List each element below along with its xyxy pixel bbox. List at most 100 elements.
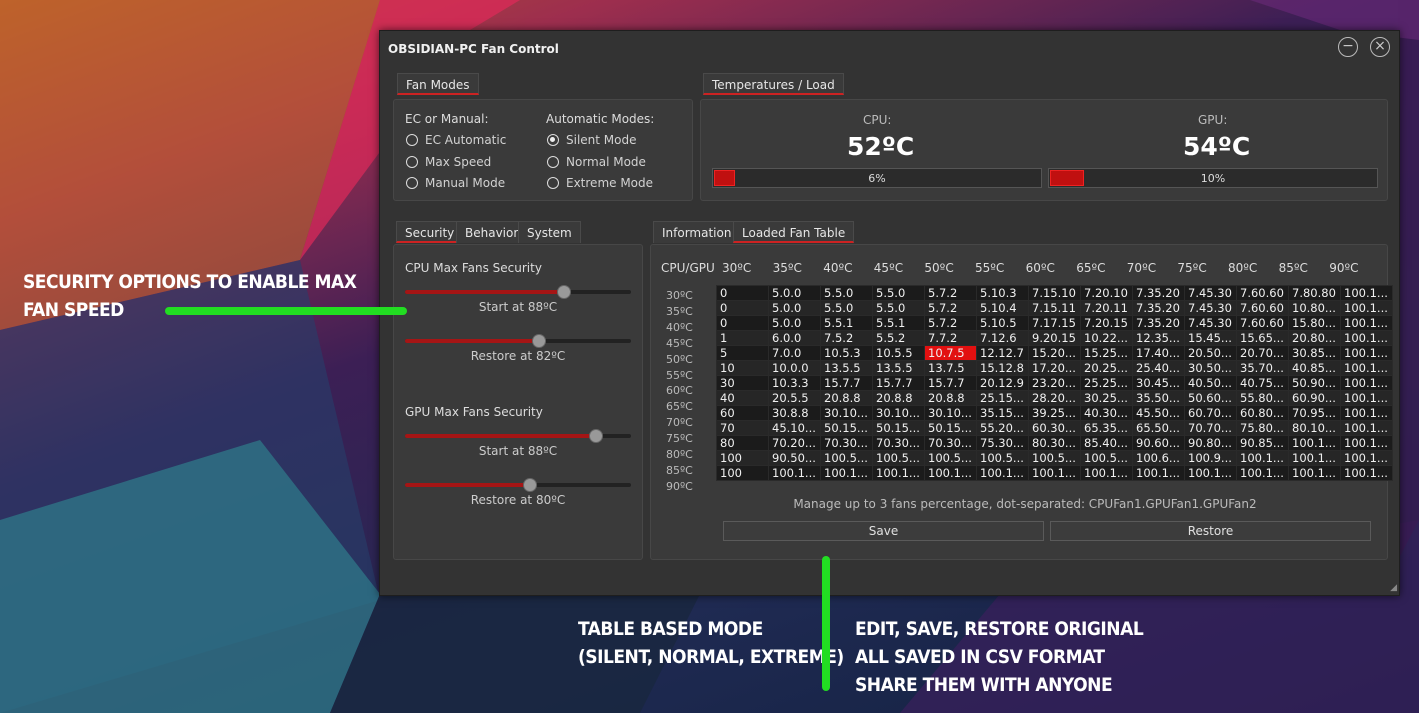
table-cell[interactable]: 20.8.8 — [924, 390, 977, 406]
table-cell[interactable]: 10.5.5 — [872, 345, 925, 361]
table-cell[interactable]: 55.80... — [1236, 390, 1289, 406]
table-cell[interactable]: 20.25... — [1080, 360, 1133, 376]
table-cell[interactable]: 90.80... — [1184, 435, 1237, 451]
table-cell[interactable]: 30.10... — [872, 405, 925, 421]
table-cell[interactable]: 35.50... — [1132, 390, 1185, 406]
table-cell[interactable]: 100.1... — [1340, 420, 1393, 436]
table-cell[interactable]: 100.1... — [1236, 465, 1289, 481]
table-cell[interactable]: 5.5.2 — [872, 330, 925, 346]
table-cell[interactable]: 15.7.7 — [820, 375, 873, 391]
table-cell[interactable]: 5.5.0 — [872, 285, 925, 301]
table-cell[interactable]: 65.35... — [1080, 420, 1133, 436]
table-cell[interactable]: 70.30... — [872, 435, 925, 451]
table-cell[interactable]: 13.5.5 — [872, 360, 925, 376]
table-cell[interactable]: 100.1... — [1288, 435, 1341, 451]
table-cell[interactable]: 100.1... — [1080, 465, 1133, 481]
table-cell[interactable]: 100.1... — [1340, 435, 1393, 451]
cpu-restore-slider[interactable] — [405, 334, 631, 348]
table-cell[interactable]: 20.80... — [1288, 330, 1341, 346]
table-cell[interactable]: 100.1... — [1340, 450, 1393, 466]
table-cell[interactable]: 100.1... — [768, 465, 821, 481]
table-cell[interactable]: 70.20... — [768, 435, 821, 451]
table-cell[interactable]: 30.85... — [1288, 345, 1341, 361]
table-cell[interactable]: 20.8.8 — [820, 390, 873, 406]
table-cell[interactable]: 39.25... — [1028, 405, 1081, 421]
table-cell[interactable]: 15.7.7 — [924, 375, 977, 391]
table-cell[interactable]: 70 — [716, 420, 769, 436]
table-cell[interactable]: 45.50... — [1132, 405, 1185, 421]
table-cell[interactable]: 90.85... — [1236, 435, 1289, 451]
table-cell[interactable]: 80.30... — [1028, 435, 1081, 451]
table-cell[interactable]: 100.1... — [1340, 390, 1393, 406]
table-cell[interactable]: 100.1... — [872, 465, 925, 481]
table-cell[interactable]: 12.12.7 — [976, 345, 1029, 361]
table-cell[interactable]: 30.25... — [1080, 390, 1133, 406]
table-cell[interactable]: 30 — [716, 375, 769, 391]
table-cell[interactable]: 100.5... — [1028, 450, 1081, 466]
table-cell[interactable]: 7.45.30 — [1184, 300, 1237, 316]
minimize-icon[interactable]: − — [1338, 37, 1358, 57]
table-cell[interactable]: 70.70... — [1184, 420, 1237, 436]
tab-fan-modes[interactable]: Fan Modes — [397, 73, 479, 95]
table-cell[interactable]: 5.10.5 — [976, 315, 1029, 331]
table-cell[interactable]: 10 — [716, 360, 769, 376]
table-cell[interactable]: 100.1... — [1340, 330, 1393, 346]
table-cell[interactable]: 50.90... — [1288, 375, 1341, 391]
table-cell[interactable]: 0 — [716, 285, 769, 301]
radio-normal-mode[interactable]: Normal Mode — [547, 155, 646, 169]
table-cell[interactable]: 100.5... — [872, 450, 925, 466]
table-cell[interactable]: 7.7.2 — [924, 330, 977, 346]
table-cell[interactable]: 80 — [716, 435, 769, 451]
table-cell[interactable]: 10.3.3 — [768, 375, 821, 391]
table-cell[interactable]: 25.25... — [1080, 375, 1133, 391]
table-cell[interactable]: 100.1... — [1340, 375, 1393, 391]
table-cell[interactable]: 20.5.5 — [768, 390, 821, 406]
radio-max-speed[interactable]: Max Speed — [406, 155, 491, 169]
table-cell[interactable]: 13.7.5 — [924, 360, 977, 376]
radio-silent-mode[interactable]: Silent Mode — [547, 133, 637, 147]
table-cell[interactable]: 30.45... — [1132, 375, 1185, 391]
table-cell[interactable]: 75.80... — [1236, 420, 1289, 436]
radio-manual-mode[interactable]: Manual Mode — [406, 176, 505, 190]
table-cell[interactable]: 15.20... — [1028, 345, 1081, 361]
table-cell[interactable]: 100.1... — [1340, 465, 1393, 481]
slider-handle-icon[interactable] — [523, 478, 538, 492]
table-cell[interactable]: 5.5.1 — [872, 315, 925, 331]
table-cell[interactable]: 100.5... — [820, 450, 873, 466]
table-cell[interactable]: 5.10.3 — [976, 285, 1029, 301]
table-cell[interactable]: 85.40... — [1080, 435, 1133, 451]
table-cell[interactable]: 100.1... — [1236, 450, 1289, 466]
save-button[interactable]: Save — [723, 521, 1044, 541]
table-cell[interactable]: 10.22... — [1080, 330, 1133, 346]
table-cell[interactable]: 7.80.80 — [1288, 285, 1341, 301]
tab-temperatures[interactable]: Temperatures / Load — [703, 73, 844, 95]
table-cell[interactable]: 5.0.0 — [768, 315, 821, 331]
table-cell[interactable]: 100.5... — [924, 450, 977, 466]
table-cell[interactable]: 7.12.6 — [976, 330, 1029, 346]
table-cell[interactable]: 30.10... — [820, 405, 873, 421]
table-cell[interactable]: 6.0.0 — [768, 330, 821, 346]
table-cell[interactable]: 7.17.15 — [1028, 315, 1081, 331]
table-cell[interactable]: 40.85... — [1288, 360, 1341, 376]
table-cell[interactable]: 50.15... — [872, 420, 925, 436]
table-cell[interactable]: 0 — [716, 300, 769, 316]
table-cell[interactable]: 0 — [716, 315, 769, 331]
table-cell[interactable]: 20.8.8 — [872, 390, 925, 406]
table-cell[interactable]: 5.0.0 — [768, 285, 821, 301]
slider-handle-icon[interactable] — [532, 334, 547, 348]
restore-button[interactable]: Restore — [1050, 521, 1371, 541]
table-cell[interactable]: 55.20... — [976, 420, 1029, 436]
table-cell[interactable]: 40.75... — [1236, 375, 1289, 391]
table-cell[interactable]: 100.1... — [820, 465, 873, 481]
radio-ec-automatic[interactable]: EC Automatic — [406, 133, 506, 147]
table-cell[interactable]: 100.6... — [1132, 450, 1185, 466]
table-cell[interactable]: 100.1... — [1288, 450, 1341, 466]
table-cell[interactable]: 100.1... — [1340, 315, 1393, 331]
table-cell[interactable]: 100.1... — [1288, 465, 1341, 481]
table-cell[interactable]: 9.20.15 — [1028, 330, 1081, 346]
table-cell[interactable]: 7.45.30 — [1184, 285, 1237, 301]
table-cell[interactable]: 100.1... — [1340, 300, 1393, 316]
table-cell[interactable]: 7.20.11 — [1080, 300, 1133, 316]
radio-extreme-mode[interactable]: Extreme Mode — [547, 176, 653, 190]
table-cell[interactable]: 100.1... — [1340, 360, 1393, 376]
